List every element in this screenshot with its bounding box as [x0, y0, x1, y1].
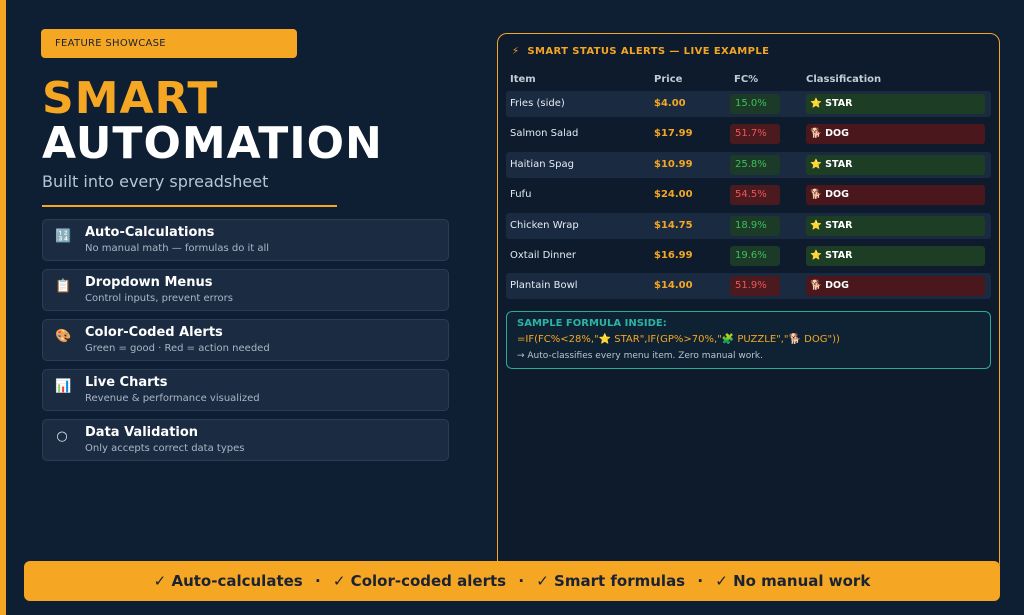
- table-row: Plantain Bowl $14.00 51.9% 🐕 DOG: [506, 273, 991, 300]
- feature-dropdown-menus: 📋 Dropdown Menus Control inputs, prevent…: [42, 269, 449, 311]
- item-price: $4.00: [654, 98, 686, 109]
- classification-label: STAR: [825, 98, 853, 109]
- item-price: $10.99: [654, 158, 693, 170]
- feature-description: Revenue & performance visualized: [85, 393, 260, 404]
- lightning-icon: ⚡: [512, 46, 520, 57]
- feature-badge: FEATURE SHOWCASE: [41, 29, 297, 58]
- item-name: Chicken Wrap: [510, 219, 579, 231]
- item-name: Fries (side): [510, 98, 565, 109]
- footer-separator: ·: [518, 572, 525, 590]
- circle-icon: ○: [56, 429, 68, 444]
- classification-label: STAR: [825, 158, 853, 170]
- calculator-icon: 🔢: [55, 229, 72, 244]
- classification-badge: 🐕 DOG: [806, 185, 985, 206]
- table-header: Item Price FC% Classification: [508, 74, 990, 90]
- classification-badge: 🐕 DOG: [806, 124, 985, 145]
- table-row: Chicken Wrap $14.75 18.9% ⭐ STAR: [506, 212, 991, 239]
- item-price: $17.99: [654, 128, 693, 140]
- dog-icon: 🐕: [810, 280, 822, 292]
- chart-icon: 📊: [55, 379, 72, 394]
- formula-label: SAMPLE FORMULA INSIDE:: [517, 318, 667, 329]
- fc-percent: 54.5%: [730, 185, 780, 206]
- classification-badge: ⭐ STAR: [806, 154, 985, 175]
- item-name: Fufu: [510, 189, 532, 201]
- table-row: Fries (side) $4.00 15.0% ⭐ STAR: [506, 91, 991, 117]
- feature-description: No manual math — formulas do it all: [85, 243, 270, 254]
- footer-item-smart-formulas: ✓ Smart formulas: [536, 572, 686, 590]
- feature-list: 🔢 Auto-Calculations No manual math — for…: [42, 219, 449, 469]
- accent-bar: [0, 0, 6, 615]
- title-smart: SMART: [42, 73, 219, 124]
- title-automation: AUTOMATION: [42, 118, 383, 169]
- panel-title-text: SMART STATUS ALERTS — LIVE EXAMPLE: [527, 46, 770, 57]
- item-price: $14.00: [654, 280, 693, 292]
- feature-title: Dropdown Menus: [85, 275, 213, 290]
- palette-icon: 🎨: [55, 329, 72, 344]
- classification-badge: 🐕 DOG: [806, 276, 985, 297]
- feature-title: Auto-Calculations: [85, 225, 215, 240]
- item-name: Oxtail Dinner: [510, 249, 576, 261]
- footer-item-auto-calculates: ✓ Auto-calculates: [153, 572, 303, 590]
- table-row: Fufu $24.00 54.5% 🐕 DOG: [506, 182, 991, 208]
- item-name: Haitian Spag: [510, 158, 574, 170]
- fc-percent: 15.0%: [730, 94, 780, 114]
- panel-title: ⚡ SMART STATUS ALERTS — LIVE EXAMPLE: [512, 46, 769, 57]
- fc-percent: 51.9%: [730, 276, 780, 297]
- footer-banner: ✓ Auto-calculates · ✓ Color-coded alerts…: [24, 561, 1000, 601]
- fc-percent: 19.6%: [730, 245, 780, 266]
- classification-badge: ⭐ STAR: [806, 245, 985, 266]
- feature-description: Only accepts correct data types: [85, 443, 245, 454]
- column-header-price: Price: [654, 74, 683, 85]
- feature-title: Data Validation: [85, 425, 199, 440]
- star-icon: ⭐: [810, 158, 822, 170]
- divider: [42, 205, 337, 207]
- table-row: Haitian Spag $10.99 25.8% ⭐ STAR: [506, 151, 991, 178]
- footer-separator: ·: [697, 572, 704, 590]
- feature-color-coded-alerts: 🎨 Color-Coded Alerts Green = good · Red …: [42, 319, 449, 361]
- feature-description: Green = good · Red = action needed: [85, 343, 270, 354]
- item-price: $24.00: [654, 189, 693, 201]
- item-name: Salmon Salad: [510, 128, 579, 140]
- feature-auto-calculations: 🔢 Auto-Calculations No manual math — for…: [42, 219, 449, 261]
- star-icon: ⭐: [810, 219, 822, 231]
- item-name: Plantain Bowl: [510, 280, 578, 292]
- item-price: $14.75: [654, 219, 693, 231]
- feature-title: Live Charts: [85, 375, 168, 390]
- footer-separator: ·: [314, 572, 321, 590]
- dropdown-icon: 📋: [55, 279, 72, 294]
- table-body: Fries (side) $4.00 15.0% ⭐ STAR Salmon S…: [506, 91, 991, 304]
- table-row: Salmon Salad $17.99 51.7% 🐕 DOG: [506, 121, 991, 147]
- feature-title: Color-Coded Alerts: [85, 325, 223, 340]
- fc-percent: 18.9%: [730, 215, 780, 236]
- classification-label: DOG: [825, 189, 849, 201]
- sample-formula-box: SAMPLE FORMULA INSIDE: =IF(FC%<28%,"⭐ ST…: [506, 311, 991, 369]
- formula-code: =IF(FC%<28%,"⭐ STAR",IF(GP%>70%,"🧩 PUZZL…: [517, 334, 840, 345]
- classification-badge: ⭐ STAR: [806, 94, 985, 114]
- classification-badge: ⭐ STAR: [806, 215, 985, 236]
- table-row: Oxtail Dinner $16.99 19.6% ⭐ STAR: [506, 243, 991, 269]
- star-icon: ⭐: [810, 249, 822, 261]
- fc-percent: 25.8%: [730, 154, 780, 175]
- feature-data-validation: ○ Data Validation Only accepts correct d…: [42, 419, 449, 461]
- classification-label: STAR: [825, 219, 853, 231]
- status-alerts-panel: ⚡ SMART STATUS ALERTS — LIVE EXAMPLE Item…: [497, 33, 1000, 573]
- star-icon: ⭐: [810, 98, 822, 109]
- footer-item-no-manual-work: ✓ No manual work: [715, 572, 871, 590]
- classification-label: DOG: [825, 128, 849, 140]
- dog-icon: 🐕: [810, 189, 822, 201]
- classification-label: STAR: [825, 249, 853, 261]
- classification-label: DOG: [825, 280, 849, 292]
- feature-description: Control inputs, prevent errors: [85, 293, 233, 304]
- formula-note: → Auto-classifies every menu item. Zero …: [517, 351, 764, 361]
- column-header-item: Item: [510, 74, 536, 85]
- column-header-classification: Classification: [806, 74, 882, 85]
- item-price: $16.99: [654, 249, 693, 261]
- dog-icon: 🐕: [810, 128, 822, 140]
- feature-live-charts: 📊 Live Charts Revenue & performance visu…: [42, 369, 449, 411]
- subtitle: Built into every spreadsheet: [42, 172, 269, 191]
- column-header-fc: FC%: [734, 74, 759, 85]
- fc-percent: 51.7%: [730, 124, 780, 145]
- footer-item-color-coded-alerts: ✓ Color-coded alerts: [332, 572, 507, 590]
